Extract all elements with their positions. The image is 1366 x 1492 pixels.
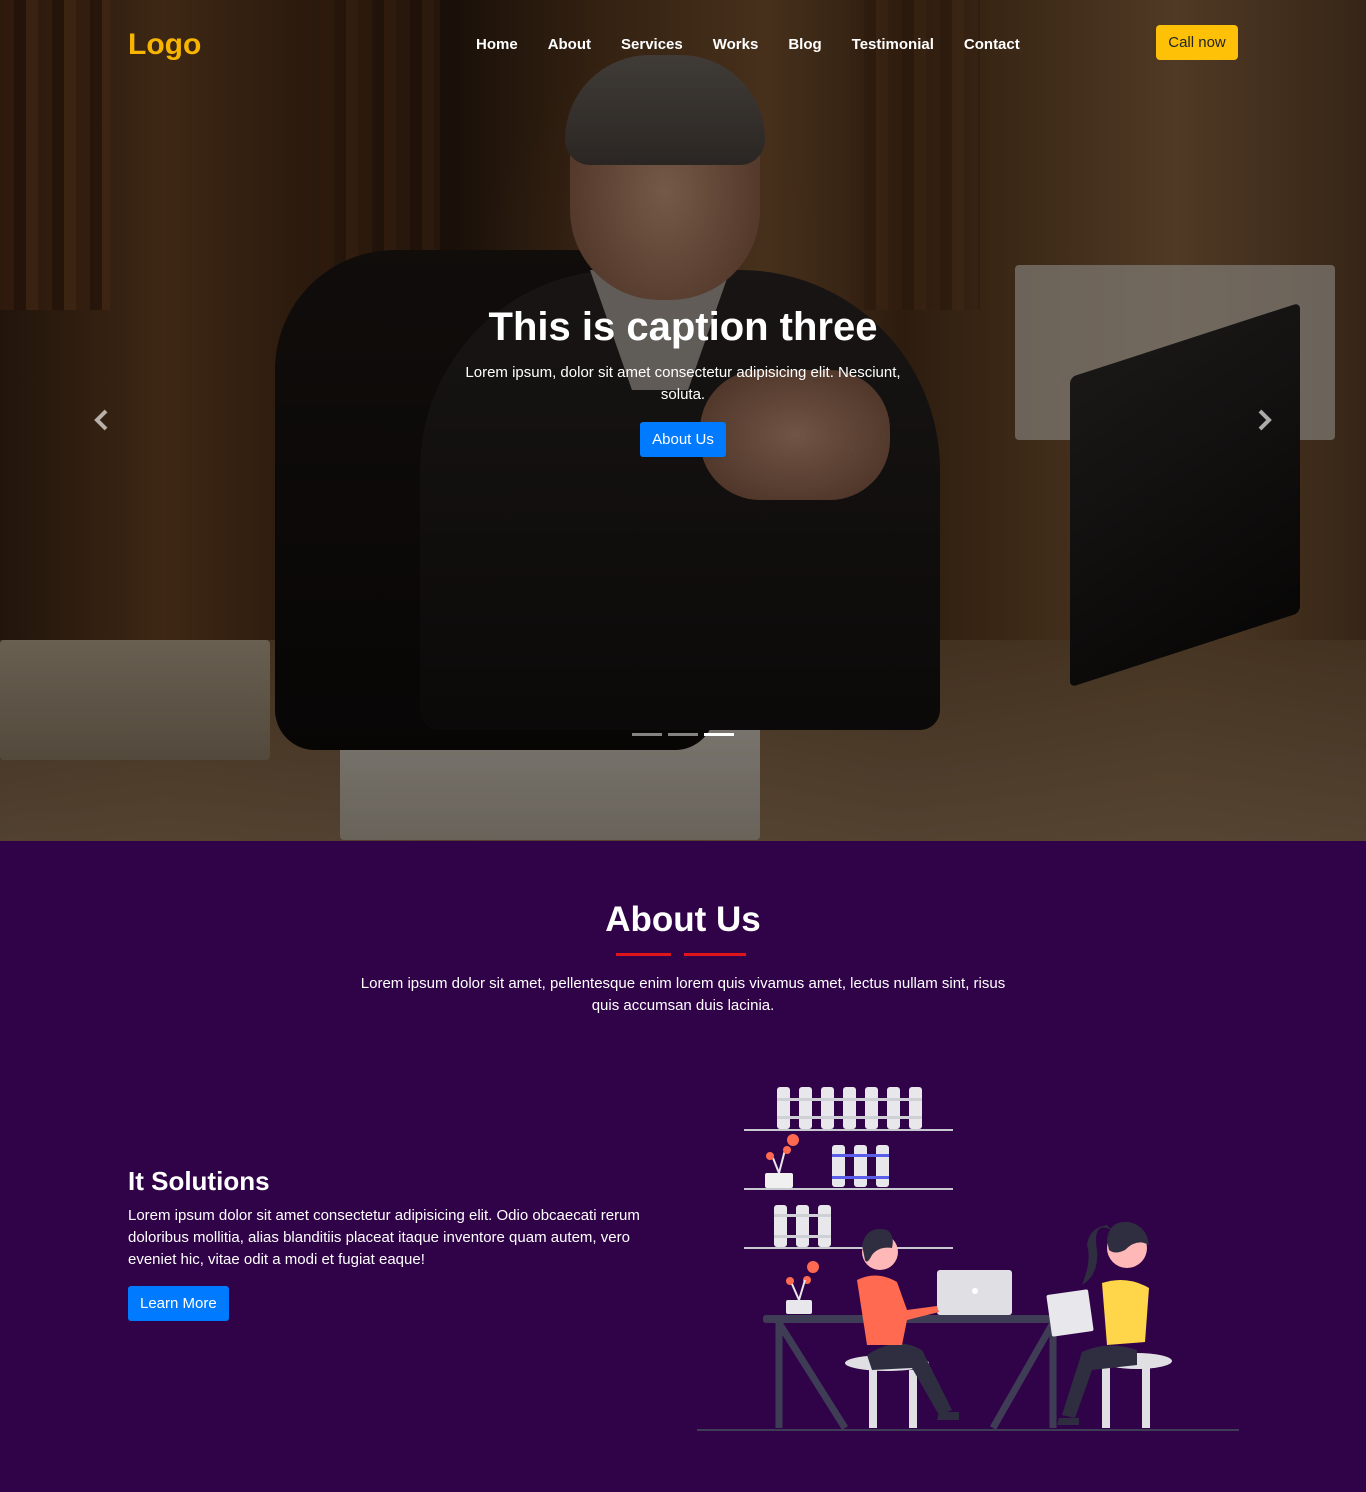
carousel-caption: This is caption three Lorem ipsum, dolor… [433,304,933,457]
title-underline [684,953,746,956]
shelf-books [774,1205,831,1247]
plant [765,1134,799,1188]
shelf [744,1129,953,1131]
nav-blog[interactable]: Blog [788,36,821,53]
about-us-button[interactable]: About Us [640,422,726,457]
carousel-prev-button[interactable] [87,405,117,435]
laptop [937,1270,1012,1315]
carousel-indicator-3[interactable] [704,733,734,736]
chevron-left-icon [94,409,108,431]
logo[interactable]: Logo [128,28,201,62]
office-illustration [697,1087,1239,1431]
shelf-books [777,1087,922,1129]
floor-line [697,1429,1239,1431]
shelf-books [832,1145,889,1187]
chevron-right-icon [1258,409,1272,431]
plant [786,1261,819,1314]
feature-text: Lorem ipsum dolor sit amet consectetur a… [128,1207,640,1268]
feature-title: It Solutions [128,1166,270,1196]
caption-text: Lorem ipsum, dolor sit amet consectetur … [465,364,901,403]
title-underline [616,953,671,956]
nav-home[interactable]: Home [476,36,518,53]
carousel-indicator-2[interactable] [668,733,698,736]
shelf [744,1247,953,1249]
carousel-indicator-1[interactable] [632,733,662,736]
call-now-button[interactable]: Call now [1156,25,1238,60]
nav-testimonial[interactable]: Testimonial [852,36,934,53]
person-illustration [845,1229,959,1428]
navbar: Logo Home About Services Works Blog Test… [0,0,1366,90]
nav-menu: Home About Services Works Blog Testimoni… [476,36,1050,53]
carousel-next-button[interactable] [1249,405,1279,435]
about-text: Lorem ipsum dolor sit amet, pellentesque… [360,975,1006,1014]
nav-about[interactable]: About [548,36,591,53]
about-title: About Us [605,900,761,939]
nav-works[interactable]: Works [713,36,759,53]
person-illustration [1046,1221,1172,1428]
carousel-indicators [632,733,734,736]
nav-contact[interactable]: Contact [964,36,1020,53]
hero-carousel: Logo Home About Services Works Blog Test… [0,0,1366,841]
nav-services[interactable]: Services [621,36,683,53]
caption-title: This is caption three [488,305,878,349]
learn-more-button[interactable]: Learn More [128,1286,229,1321]
shelf [744,1188,953,1190]
